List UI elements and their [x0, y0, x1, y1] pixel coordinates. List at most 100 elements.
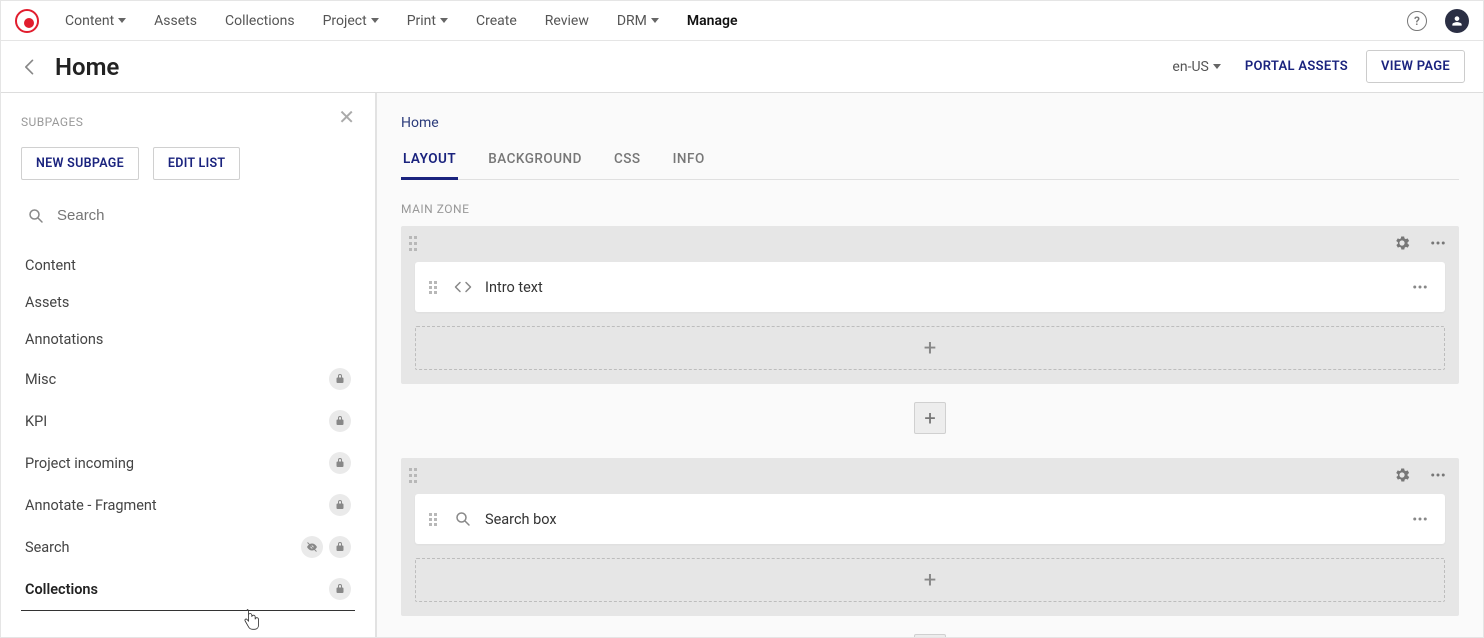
sub-header: Home en-US PORTAL ASSETS VIEW PAGE [1, 41, 1483, 93]
top-nav: Content Assets Collections Project Print… [1, 1, 1483, 41]
sidebar: ✕ SUBPAGES NEW SUBPAGE EDIT LIST Content… [1, 93, 377, 637]
chevron-down-icon [651, 18, 659, 23]
lock-icon [329, 410, 351, 432]
page-label: Content [25, 257, 76, 274]
avatar[interactable] [1445, 9, 1469, 33]
page-item[interactable]: Collections [21, 568, 355, 611]
lock-icon [329, 536, 351, 558]
page-item[interactable]: KPI [21, 400, 355, 442]
gear-icon[interactable] [1391, 232, 1413, 254]
portal-assets-link[interactable]: PORTAL ASSETS [1245, 59, 1348, 74]
nav-label: Project [323, 13, 367, 29]
nav-label: Print [407, 13, 436, 29]
lang-label: en-US [1172, 59, 1208, 75]
search-input[interactable] [55, 206, 349, 225]
page-label: Project incoming [25, 455, 134, 472]
page-item[interactable]: Misc [21, 358, 355, 400]
drag-handle-icon[interactable] [409, 236, 419, 252]
widget-row[interactable]: Search box [415, 494, 1445, 544]
page-label: Search [25, 539, 70, 556]
page-item[interactable]: Project incoming [21, 442, 355, 484]
search-icon [27, 207, 45, 225]
page-list: Content Assets Annotations Misc KPI Proj… [21, 247, 355, 611]
sidebar-search[interactable] [21, 202, 355, 229]
more-icon[interactable] [1427, 464, 1449, 486]
nav-collections[interactable]: Collections [225, 13, 295, 29]
language-select[interactable]: en-US [1172, 59, 1220, 75]
zone-block: Intro text + [401, 226, 1459, 384]
code-icon [453, 277, 473, 297]
chevron-down-icon [118, 18, 126, 23]
nav-create[interactable]: Create [476, 13, 517, 29]
drag-handle-icon[interactable] [429, 281, 439, 294]
drag-handle-icon[interactable] [409, 468, 419, 484]
gear-icon[interactable] [1391, 464, 1413, 486]
nav-content[interactable]: Content [65, 13, 126, 29]
chevron-down-icon [1213, 64, 1221, 69]
zone-block: Search box + [401, 458, 1459, 616]
page-label: Annotations [25, 331, 103, 348]
zone-actions [1391, 464, 1449, 486]
main-editor: Home LAYOUT BACKGROUND CSS INFO MAIN ZON… [377, 93, 1483, 637]
cursor-icon [241, 609, 261, 633]
nav-manage[interactable]: Manage [687, 13, 738, 29]
page-item[interactable]: Annotate - Fragment [21, 484, 355, 526]
chevron-down-icon [371, 18, 379, 23]
nav-drm[interactable]: DRM [617, 13, 659, 29]
add-widget-dropzone[interactable]: + [415, 326, 1445, 370]
nav-label: Collections [225, 13, 295, 29]
subpage-buttons: NEW SUBPAGE EDIT LIST [21, 147, 355, 180]
page-item[interactable]: Annotations [21, 321, 355, 358]
back-button[interactable] [19, 56, 41, 78]
nav-label: Create [476, 13, 517, 29]
page-item[interactable]: Content [21, 247, 355, 284]
page-label: KPI [25, 413, 47, 430]
tab-info[interactable]: INFO [671, 151, 707, 179]
nav-print[interactable]: Print [407, 13, 448, 29]
nav-assets[interactable]: Assets [154, 13, 197, 29]
tab-layout[interactable]: LAYOUT [401, 151, 458, 180]
nav-project[interactable]: Project [323, 13, 379, 29]
lock-icon [329, 452, 351, 474]
more-icon[interactable] [1409, 508, 1431, 530]
nav-label: Review [545, 13, 589, 29]
close-sidebar-icon[interactable]: ✕ [338, 105, 355, 129]
editor-tabs: LAYOUT BACKGROUND CSS INFO [401, 151, 1459, 180]
zone-label: MAIN ZONE [401, 202, 1459, 216]
subpages-heading: SUBPAGES [21, 115, 355, 129]
breadcrumb[interactable]: Home [401, 115, 1459, 131]
eye-off-icon [301, 536, 323, 558]
brand-logo[interactable] [15, 9, 39, 33]
nav-review[interactable]: Review [545, 13, 589, 29]
nav-label: DRM [617, 13, 647, 29]
lock-icon [329, 494, 351, 516]
add-section-button[interactable]: + [914, 402, 946, 434]
more-icon[interactable] [1409, 276, 1431, 298]
page-label: Misc [25, 371, 56, 388]
page-label: Assets [25, 294, 69, 311]
add-widget-dropzone[interactable]: + [415, 558, 1445, 602]
body: ✕ SUBPAGES NEW SUBPAGE EDIT LIST Content… [1, 93, 1483, 637]
nav-label: Assets [154, 13, 197, 29]
new-subpage-button[interactable]: NEW SUBPAGE [21, 147, 139, 180]
widget-row[interactable]: Intro text [415, 262, 1445, 312]
chevron-down-icon [440, 18, 448, 23]
page-label: Annotate - Fragment [25, 497, 157, 514]
help-icon[interactable]: ? [1407, 11, 1427, 31]
page-item[interactable]: Search [21, 526, 355, 568]
widget-label: Search box [485, 511, 1409, 528]
page-item[interactable]: Assets [21, 284, 355, 321]
tab-css[interactable]: CSS [612, 151, 643, 179]
more-icon[interactable] [1427, 232, 1449, 254]
search-icon [453, 509, 473, 529]
nav-label: Manage [687, 13, 738, 29]
add-section-button[interactable]: + [914, 634, 946, 637]
edit-list-button[interactable]: EDIT LIST [153, 147, 240, 180]
lock-icon [329, 368, 351, 390]
view-page-button[interactable]: VIEW PAGE [1366, 50, 1465, 83]
drag-handle-icon[interactable] [429, 513, 439, 526]
nav-label: Content [65, 13, 114, 29]
tab-background[interactable]: BACKGROUND [486, 151, 584, 179]
nav-right: ? [1407, 9, 1469, 33]
page-label: Collections [25, 581, 98, 598]
